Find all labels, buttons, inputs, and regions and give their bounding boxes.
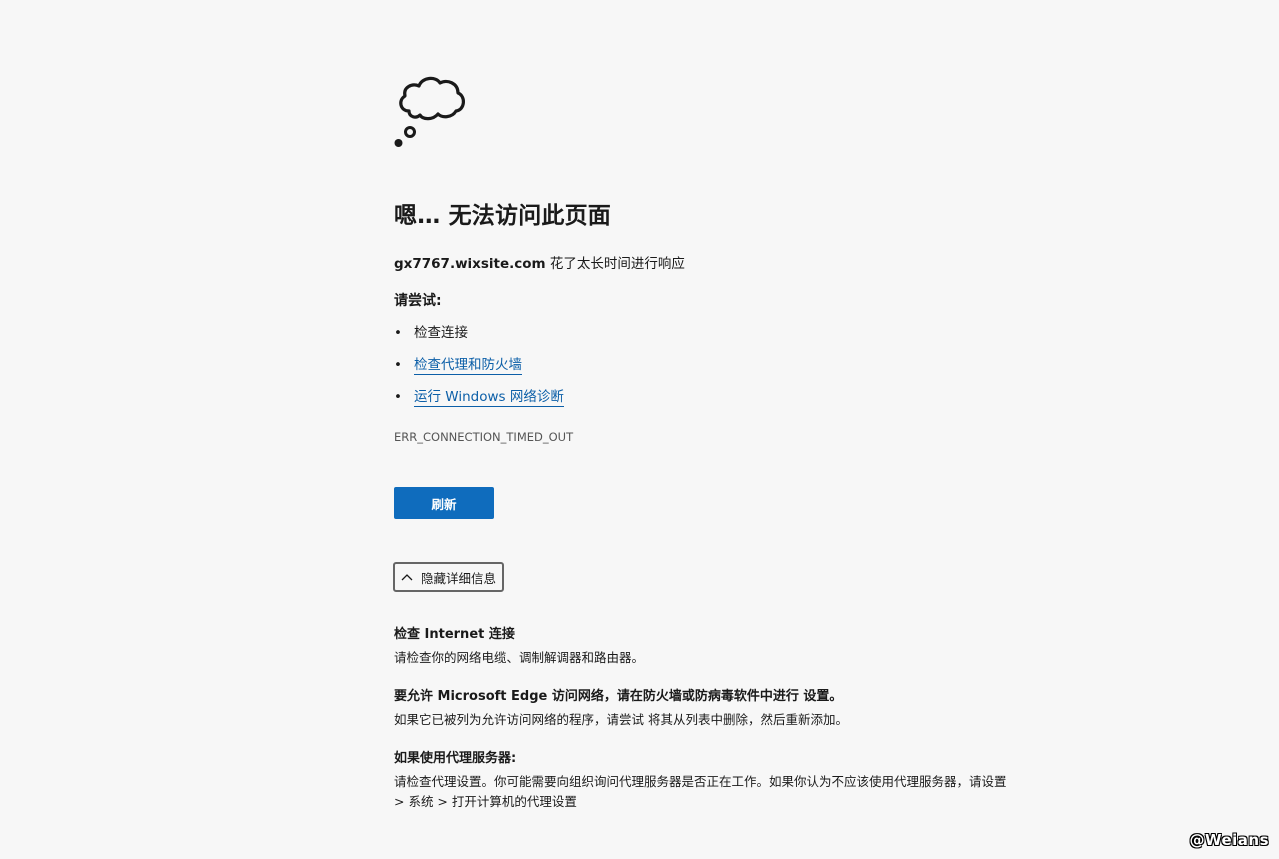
- suggestion-label: 检查连接: [414, 325, 468, 341]
- detail-heading: 要允许 Microsoft Edge 访问网络，请在防火墙或防病毒软件中进行 设…: [394, 689, 843, 704]
- host-name: gx7767.wixsite.com: [394, 256, 546, 272]
- error-page: 嗯… 无法访问此页面 gx7767.wixsite.com 花了太长时间进行响应…: [0, 0, 1279, 859]
- suggestion-network-diagnostics: • 运行 Windows 网络诊断: [394, 386, 564, 418]
- detail-firewall: 要允许 Microsoft Edge 访问网络，请在防火墙或防病毒软件中进行 设…: [394, 687, 1014, 730]
- try-label: 请尝试:: [394, 293, 442, 309]
- detail-body: 请检查你的网络电缆、调制解调器和路由器。: [394, 650, 645, 665]
- suggestion-check-connection: • 检查连接: [394, 322, 564, 354]
- check-proxy-firewall-link[interactable]: 检查代理和防火墙: [414, 357, 522, 375]
- page-title: 嗯… 无法访问此页面: [394, 203, 612, 229]
- detail-heading: 检查 Internet 连接: [394, 627, 515, 642]
- hide-details-button[interactable]: 隐藏详细信息: [393, 562, 505, 592]
- chevron-up-icon: [401, 574, 413, 581]
- hide-details-label: 隐藏详细信息: [421, 570, 497, 586]
- detail-body: 如果它已被列为允许访问网络的程序，请尝试 将其从列表中删除，然后重新添加。: [394, 712, 848, 727]
- bullet: •: [394, 325, 402, 341]
- detail-proxy: 如果使用代理服务器: 请检查代理设置。你可能需要向组织询问代理服务器是否正在工作…: [394, 749, 1014, 812]
- refresh-button[interactable]: 刷新: [394, 487, 494, 519]
- bullet: •: [394, 389, 402, 405]
- host-message-text: 花了太长时间进行响应: [549, 256, 685, 272]
- error-code: ERR_CONNECTION_TIMED_OUT: [394, 430, 574, 444]
- thought-cloud-icon: [394, 76, 465, 147]
- detail-body: 请检查代理设置。你可能需要向组织询问代理服务器是否正在工作。如果你认为不应该使用…: [394, 774, 1007, 809]
- detail-heading: 如果使用代理服务器:: [394, 751, 517, 766]
- suggestion-check-proxy-firewall: • 检查代理和防火墙: [394, 354, 564, 386]
- detail-check-internet: 检查 Internet 连接 请检查你的网络电缆、调制解调器和路由器。: [394, 625, 1014, 668]
- bullet: •: [394, 357, 402, 373]
- suggestion-list: • 检查连接 • 检查代理和防火墙 • 运行 Windows 网络诊断: [394, 322, 564, 418]
- watermark: @Weians: [1189, 831, 1269, 849]
- run-network-diagnostics-link[interactable]: 运行 Windows 网络诊断: [414, 389, 564, 407]
- host-message: gx7767.wixsite.com 花了太长时间进行响应: [394, 252, 685, 272]
